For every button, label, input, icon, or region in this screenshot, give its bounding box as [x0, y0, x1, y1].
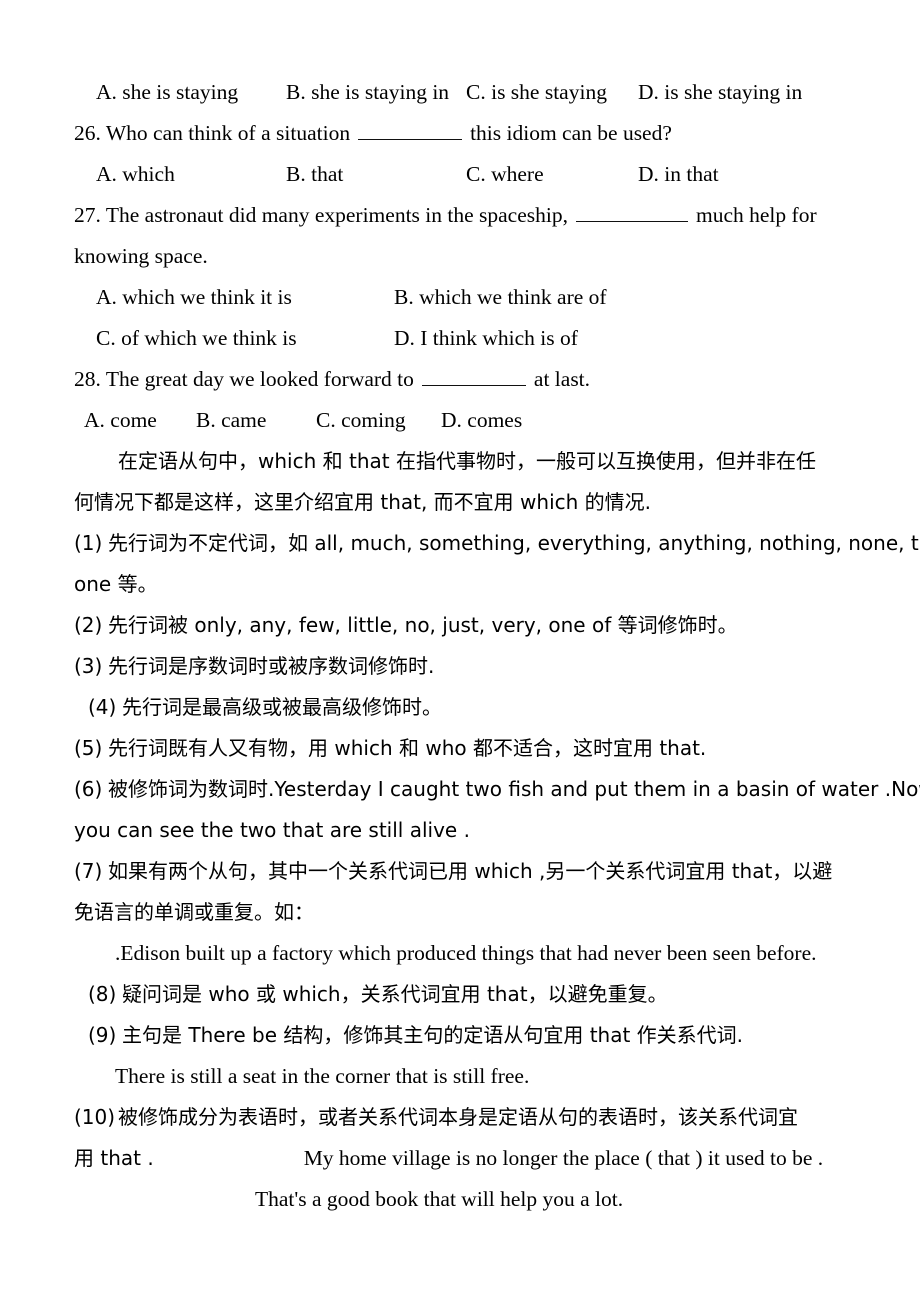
rule-9-line-1: (9) 主句是 There be 结构，修饰其主句的定语从句宜用 that 作关系…: [0, 1015, 920, 1056]
rule-7-example: .Edison built up a factory which produce…: [115, 941, 817, 965]
q27-options-row-2: C. of which we think is D. I think which …: [0, 318, 920, 359]
rule-5-text-1: 先行词既有人又有物，用 which 和 who 都不适合，这时宜用 that.: [108, 736, 707, 760]
q27-stem-after: much help for: [696, 203, 817, 227]
rule-10-line-2: 用 that . My home village is no longer the…: [0, 1138, 920, 1179]
q28-stem: 28. The great day we looked forward to at…: [0, 359, 920, 400]
rule-6-line-2: you can see the two that are still alive…: [74, 818, 470, 842]
q26-options-row: A. which B. that C. where D. in that: [0, 154, 920, 195]
q27-option-c: C. of which we think is: [96, 326, 297, 350]
rule-10-prefix: 用 that .: [74, 1146, 154, 1170]
rule-7-line-1: (7) 如果有两个从句，其中一个关系代词已用 which ,另一个关系代词宜用 t…: [0, 851, 920, 892]
rule-8-line-1: (8) 疑问词是 who 或 which，关系代词宜用 that，以避免重复。: [0, 974, 920, 1015]
q25-options-row: A. she is staying B. she is staying in C. …: [0, 72, 920, 113]
q27-options-row-1: A. which we think it is B. which we think…: [0, 277, 920, 318]
q28-option-b: B. came: [196, 408, 267, 432]
rule-2-text-1: 先行词被 only, any, few, little, no, just, v…: [108, 613, 738, 637]
rule-5-number: (5): [74, 736, 103, 760]
q27-stem-before: 27. The astronaut did many experiments i…: [74, 203, 568, 227]
rule-6-number: (6): [74, 777, 103, 801]
rule-8-number: (8): [88, 982, 117, 1006]
rule-6-text-1: 被修饰词为数词时.Yesterday I caught two fish and…: [108, 777, 920, 801]
rule-10-number: (10): [74, 1105, 116, 1129]
q26-blank: [358, 139, 463, 140]
q26-option-d: D. in that: [638, 162, 719, 186]
rule-9-example: There is still a seat in the corner that…: [115, 1064, 530, 1088]
intro-line-1: 在定语从句中，which 和 that 在指代事物时，一般可以互换使用，但并非在…: [0, 441, 920, 482]
q26-stem: 26. Who can think of a situation this idi…: [0, 113, 920, 154]
rule-4-number: (4): [88, 695, 117, 719]
q27-stem-line2: knowing space.: [74, 244, 208, 268]
rule-10-example-2: That's a good book that will help you a …: [255, 1187, 624, 1211]
rule-9-number: (9): [88, 1023, 117, 1047]
q25-option-b: B. she is staying in: [286, 80, 450, 104]
rule-1-line-2: one 等。: [74, 572, 158, 596]
rule-2-line-1: (2) 先行词被 only, any, few, little, no, just…: [0, 605, 920, 646]
rule-4-text-1: 先行词是最高级或被最高级修饰时。: [122, 695, 442, 719]
rule-1-line-1: (1) 先行词为不定代词，如 all, much, something, ever…: [0, 523, 920, 564]
rule-9-text-1: 主句是 There be 结构，修饰其主句的定语从句宜用 that 作关系代词.: [122, 1023, 744, 1047]
rule-2-number: (2): [74, 613, 103, 637]
rule-3-text-1: 先行词是序数词时或被序数词修饰时.: [108, 654, 435, 678]
rule-1-number: (1): [74, 531, 103, 555]
q25-option-c: C. is she staying: [466, 80, 607, 104]
q25-option-a: A. she is staying: [96, 80, 239, 104]
rule-5-line-1: (5) 先行词既有人又有物，用 which 和 who 都不适合，这时宜用 tha…: [0, 728, 920, 769]
intro-text-1: 在定语从句中，which 和 that 在指代事物时，一般可以互换使用，但并非在…: [118, 449, 816, 473]
rule-7-line-2: 免语言的单调或重复。如：: [74, 900, 314, 924]
rule-6-line-1: (6) 被修饰词为数词时.Yesterday I caught two fish …: [0, 769, 920, 810]
rule-3-line-1: (3) 先行词是序数词时或被序数词修饰时.: [0, 646, 920, 687]
rule-3-number: (3): [74, 654, 103, 678]
q27-option-b: B. which we think are of: [394, 285, 607, 309]
q27-blank: [576, 221, 688, 222]
q28-stem-before: 28. The great day we looked forward to: [74, 367, 414, 391]
q27-stem-line1: 27. The astronaut did many experiments i…: [0, 195, 920, 236]
document-page: A. she is staying B. she is staying in C. …: [0, 0, 920, 1300]
q28-stem-after: at last.: [533, 367, 591, 391]
rule-7-text-1: 如果有两个从句，其中一个关系代词已用 which ,另一个关系代词宜用 that…: [108, 859, 833, 883]
rule-10-example-1: My home village is no longer the place (…: [303, 1146, 824, 1170]
rule-4-line-1: (4) 先行词是最高级或被最高级修饰时。: [0, 687, 920, 728]
q28-option-a: A. come: [84, 408, 157, 432]
q28-options-row: A. come B. came C. coming D. comes: [0, 400, 920, 441]
q26-stem-before: 26. Who can think of a situation: [74, 121, 351, 145]
q28-option-d: D. comes: [441, 408, 523, 432]
rule-1-text-1: 先行词为不定代词，如 all, much, something, everyth…: [108, 531, 920, 555]
q26-option-a: A. which: [96, 162, 175, 186]
intro-line-2: 何情况下都是这样，这里介绍宜用 that, 而不宜用 which 的情况.: [74, 490, 652, 514]
rule-10-text-1: 被修饰成分为表语时，或者关系代词本身是定语从句的表语时，该关系代词宜: [118, 1105, 798, 1129]
q28-option-c: C. coming: [316, 408, 406, 432]
q26-option-b: B. that: [286, 162, 344, 186]
q26-stem-after: this idiom can be used?: [470, 121, 672, 145]
rule-10-line-1: (10) 被修饰成分为表语时，或者关系代词本身是定语从句的表语时，该关系代词宜: [0, 1097, 920, 1138]
q25-option-d: D. is she staying in: [638, 80, 803, 104]
rule-7-number: (7): [74, 859, 103, 883]
q27-option-a: A. which we think it is: [96, 285, 292, 309]
rule-8-text-1: 疑问词是 who 或 which，关系代词宜用 that，以避免重复。: [122, 982, 668, 1006]
q28-blank: [421, 385, 526, 386]
q27-option-d: D. I think which is of: [394, 326, 578, 350]
q26-option-c: C. where: [466, 162, 544, 186]
